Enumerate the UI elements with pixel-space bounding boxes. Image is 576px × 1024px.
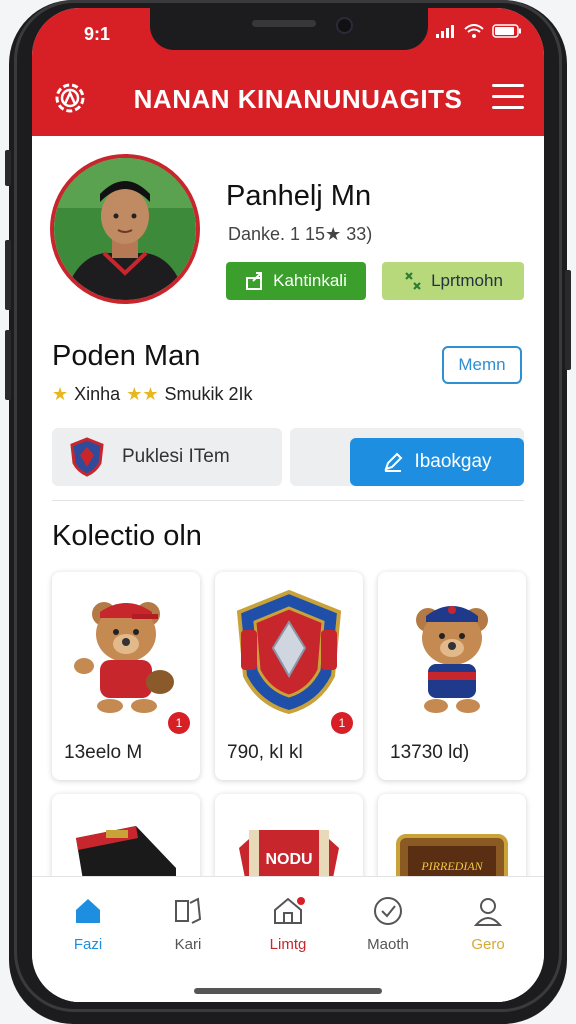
player-photo bbox=[54, 158, 196, 300]
nav-item-profile[interactable]: Gero bbox=[448, 895, 528, 953]
bear-cap-image bbox=[416, 606, 488, 713]
home-icon bbox=[76, 899, 100, 923]
primary-action-button[interactable]: Kahtinkali bbox=[226, 262, 366, 300]
sign-text: PIRREDIAN bbox=[420, 859, 483, 873]
house-icon bbox=[274, 897, 305, 924]
star-icon: ★ bbox=[52, 384, 69, 404]
app-title: NANAN KINANUNUAGITS bbox=[133, 84, 463, 114]
volume-button bbox=[5, 150, 11, 186]
card-badge: 1 bbox=[331, 712, 353, 734]
nav-label: Gero bbox=[471, 936, 505, 953]
nav-item-store[interactable]: Limtg bbox=[248, 895, 328, 953]
gear-logo-icon[interactable] bbox=[52, 80, 88, 116]
nav-label: Kari bbox=[174, 936, 202, 953]
signal-icon bbox=[436, 25, 454, 38]
card-badge: 1 bbox=[168, 712, 190, 734]
user-icon bbox=[473, 898, 503, 926]
hamburger-menu-icon[interactable] bbox=[492, 84, 524, 110]
collection-card-bear-cap[interactable]: 13730 ld) bbox=[378, 572, 526, 780]
item-card[interactable]: Puklesi ITem bbox=[52, 428, 282, 486]
status-icons bbox=[436, 24, 522, 38]
smile-icon bbox=[374, 897, 402, 925]
swap-icon bbox=[405, 272, 421, 290]
edit-icon bbox=[384, 452, 403, 472]
primary-action-label: Kahtinkali bbox=[273, 271, 347, 290]
card-price: 13eelo M bbox=[64, 742, 143, 763]
cards-icon bbox=[175, 897, 202, 924]
nav-label: Limtg bbox=[269, 936, 307, 953]
home-indicator bbox=[194, 988, 382, 994]
item-action-button[interactable]: Ibaokgay bbox=[350, 438, 524, 486]
collection-title: Kolectio oln bbox=[52, 520, 202, 552]
volume-button bbox=[5, 330, 11, 400]
status-time: 9:1 bbox=[84, 24, 111, 44]
notch bbox=[150, 8, 428, 50]
profile-subtitle: Danke. 1 15★ 33) bbox=[228, 224, 373, 244]
nav-item-home[interactable]: Fazi bbox=[48, 895, 128, 953]
nav-item-match[interactable]: Maoth bbox=[348, 895, 428, 953]
speaker bbox=[252, 20, 316, 27]
rating-text-2: Smukik 2Ik bbox=[164, 384, 253, 404]
crest-badge-image bbox=[236, 589, 342, 715]
nav-item-cards[interactable]: Kari bbox=[148, 895, 228, 953]
avatar[interactable] bbox=[50, 154, 200, 304]
shirt-text: NODU bbox=[265, 851, 312, 868]
card-price: 790, kǀ kl bbox=[227, 742, 303, 763]
item-label: Puklesi ITem bbox=[122, 446, 230, 467]
power-button bbox=[565, 270, 571, 370]
nav-label: Fazi bbox=[73, 936, 103, 953]
bear-mascot-image bbox=[74, 602, 174, 713]
item-action-label: Ibaokgay bbox=[414, 451, 492, 472]
secondary-action-label: Lprtmohn bbox=[431, 271, 503, 290]
volume-button bbox=[5, 240, 11, 310]
share-icon bbox=[246, 272, 263, 290]
phone-screen: 9:1 NANAN KINANUNUAGITS Panhelj Mn Danke… bbox=[32, 8, 544, 1002]
rating-row: ★ Xinha ★★ Smukik 2Ik bbox=[52, 384, 253, 405]
section-name: Poden Man bbox=[52, 340, 201, 372]
rating-text-1: Xinha bbox=[74, 384, 121, 404]
wifi-icon bbox=[464, 24, 484, 38]
secondary-action-button[interactable]: Lprtmohn bbox=[382, 262, 524, 300]
camera-icon bbox=[336, 17, 353, 34]
app-header: 9:1 NANAN KINANUNUAGITS bbox=[32, 8, 544, 136]
divider bbox=[52, 500, 524, 501]
battery-icon bbox=[492, 24, 521, 38]
star-icon: ★★ bbox=[126, 384, 159, 404]
card-price: 13730 ld) bbox=[390, 742, 470, 763]
bottom-navigation: Fazi Kari Limtg Maoth Gero bbox=[32, 876, 544, 1002]
collection-card-badge[interactable]: 1 790, kǀ kl bbox=[215, 572, 363, 780]
nav-label: Maoth bbox=[367, 936, 409, 953]
shield-icon bbox=[70, 437, 104, 477]
follow-button[interactable]: Memn bbox=[442, 346, 522, 384]
collection-card-bear[interactable]: 1 13eelo M bbox=[52, 572, 200, 780]
profile-name: Panhelj Mn bbox=[226, 180, 372, 212]
